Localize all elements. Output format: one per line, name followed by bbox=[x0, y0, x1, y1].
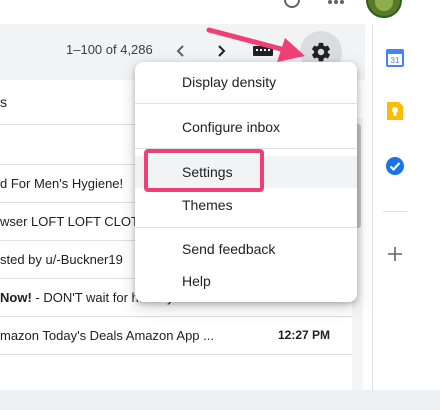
annotation-arrow bbox=[206, 27, 305, 62]
email-snippet: wser LOFT LOFT CLOT bbox=[0, 214, 139, 229]
calendar-icon[interactable]: 31 bbox=[385, 48, 405, 68]
pagination-text: 1–100 of 4,286 bbox=[66, 42, 153, 57]
keep-icon[interactable] bbox=[386, 101, 404, 121]
email-snippet: sted by u/-Buckner19 bbox=[0, 252, 123, 267]
help-icon[interactable] bbox=[283, 0, 301, 10]
menu-item-help[interactable]: Help bbox=[135, 271, 357, 293]
email-time: 12:27 PM bbox=[277, 328, 330, 342]
menu-item-label: Help bbox=[182, 273, 211, 289]
menu-item-display-density[interactable]: Display density bbox=[135, 72, 357, 94]
apps-grid-icon[interactable] bbox=[328, 0, 344, 6]
email-subject-bold: Now! bbox=[0, 290, 32, 305]
email-row[interactable]: mazon Today's Deals Amazon App ... 12:27… bbox=[0, 317, 352, 355]
gear-icon[interactable] bbox=[310, 41, 332, 63]
side-panel-divider bbox=[383, 211, 407, 212]
side-panel: 31 bbox=[372, 24, 440, 410]
menu-item-themes[interactable]: Themes bbox=[135, 195, 357, 217]
menu-item-send-feedback[interactable]: Send feedback bbox=[135, 239, 357, 261]
top-app-bar bbox=[0, 0, 372, 24]
tab-label-partial: s bbox=[0, 94, 7, 110]
menu-item-label: Display density bbox=[182, 74, 277, 90]
menu-item-label: Themes bbox=[182, 197, 233, 213]
chevron-left-icon[interactable] bbox=[174, 43, 188, 59]
menu-item-configure-inbox[interactable]: Configure inbox bbox=[135, 117, 357, 139]
add-icon[interactable] bbox=[386, 245, 404, 263]
email-row[interactable] bbox=[0, 355, 352, 391]
account-avatar[interactable] bbox=[365, 0, 403, 18]
menu-item-label: Send feedback bbox=[182, 241, 276, 257]
email-snippet: mazon Today's Deals Amazon App ... bbox=[0, 328, 214, 343]
tasks-icon[interactable] bbox=[385, 156, 405, 176]
annotation-highlight-box bbox=[144, 149, 264, 192]
svg-text:31: 31 bbox=[391, 56, 400, 65]
menu-divider bbox=[135, 227, 357, 228]
menu-item-label: Configure inbox bbox=[182, 119, 281, 135]
menu-divider bbox=[135, 103, 357, 104]
email-snippet: d For Men's Hygiene! bbox=[0, 176, 124, 191]
bottom-strip bbox=[0, 390, 440, 410]
